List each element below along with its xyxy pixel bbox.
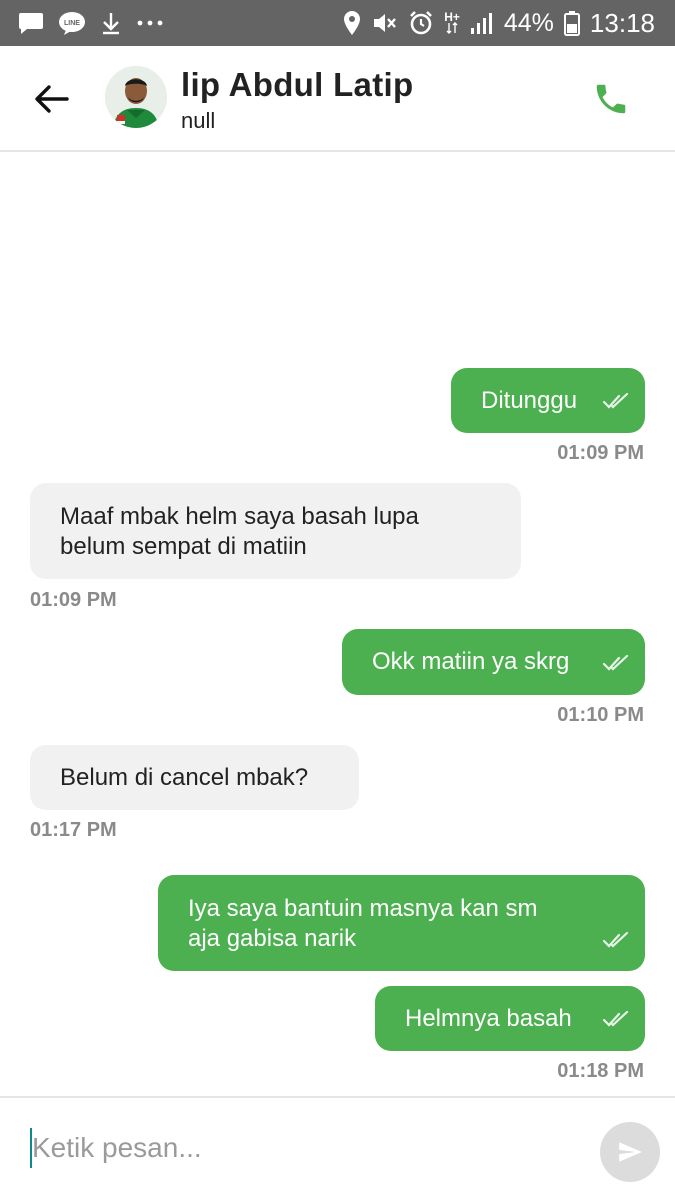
signal-icon [470,11,494,35]
phone-icon [596,84,626,114]
network-type-icon: H+ [444,11,460,34]
outgoing-message[interactable]: Iya saya bantuin masnya kan sm aja gabis… [158,875,645,971]
incoming-message[interactable]: Belum di cancel mbak? [30,745,359,810]
download-icon [100,10,122,36]
status-bar-notifications: LINE [18,0,164,46]
message-time: 01:10 PM [557,704,644,726]
avatar[interactable] [105,66,167,128]
clock: 13:18 [589,7,655,38]
double-check-icon [603,392,629,409]
message-text: aja gabisa narik [188,925,357,952]
message-input[interactable] [32,1120,572,1176]
contact-status: null [181,108,216,133]
chat-notification-icon [18,11,44,35]
svg-text:LINE: LINE [64,20,80,27]
message-time: 01:09 PM [557,442,644,464]
alarm-icon [408,10,434,36]
message-text: Belum di cancel mbak? [60,764,309,791]
message-text: Helmnya basah [405,1005,572,1032]
back-button[interactable] [28,78,74,120]
message-text: Ditunggu [481,387,578,414]
message-list[interactable]: Ditunggu 01:09 PM Maaf mbak helm saya ba… [0,152,675,1096]
message-text: Okk matiin ya skrg [372,648,570,675]
message-time: 01:17 PM [30,819,117,841]
driver-photo-icon [105,66,167,128]
status-bar-system: H+ 44% 13:18 [342,0,655,46]
contact-name: lip Abdul Latip [181,66,414,103]
battery-percent: 44% [503,8,554,37]
location-icon [342,10,362,36]
message-text: Maaf mbak helm saya basah lupa [60,503,419,530]
outgoing-message[interactable]: Okk matiin ya skrg [342,629,645,695]
status-bar: LINE H+ 44% 13:18 [0,0,675,46]
message-time: 01:18 PM [557,1060,644,1082]
battery-icon [563,10,580,36]
outgoing-message[interactable]: Helmnya basah [375,986,645,1051]
double-check-icon [603,654,629,671]
send-icon [619,1142,642,1162]
send-button[interactable] [600,1122,660,1182]
message-text: belum sempat di matiin [60,533,307,560]
outgoing-message[interactable]: Ditunggu [451,368,645,433]
message-text: Iya saya bantuin masnya kan sm [188,895,538,922]
message-composer [0,1096,675,1200]
more-dots-icon [136,19,164,27]
double-check-icon [603,1010,629,1027]
mute-icon [372,11,398,35]
chat-header: lip Abdul Latip null [0,46,675,152]
incoming-message[interactable]: Maaf mbak helm saya basah lupa belum sem… [30,483,521,579]
line-app-icon: LINE [58,10,86,36]
message-time: 01:09 PM [30,589,117,611]
call-button[interactable] [590,78,632,120]
arrow-left-icon [35,85,69,113]
double-check-icon [603,931,629,948]
